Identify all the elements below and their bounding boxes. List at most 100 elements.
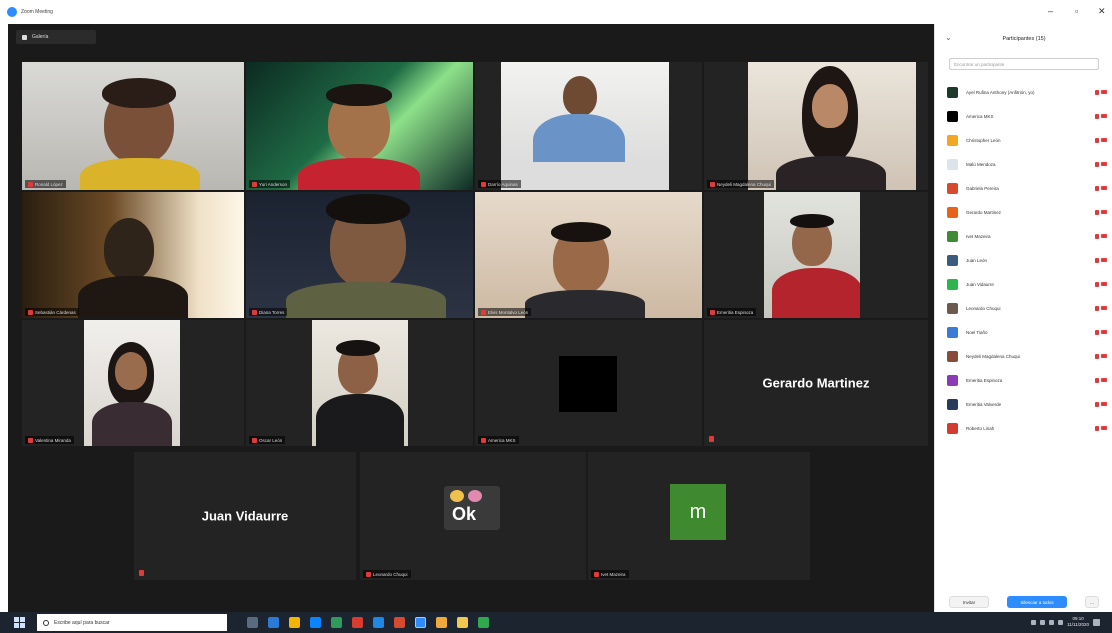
muted-mic-icon [481,437,486,443]
powerpoint-icon[interactable] [352,617,363,628]
participant-name-label: Elvis Montalvo León [478,308,532,316]
muted-mic-icon [709,436,714,442]
participant-list-item[interactable]: Leonardo Chuqui [947,296,1107,320]
video-tile[interactable]: America MKS [475,320,702,446]
participant-avatar [947,398,958,410]
participant-avatar [947,110,958,122]
video-tile[interactable]: Gerardo Martinez [704,320,928,446]
minimize-button[interactable]: – [1048,6,1053,16]
muted-mic-icon [481,309,486,315]
emoji-icon [450,490,464,502]
maximize-button[interactable]: ▫ [1075,6,1078,16]
participants-panel: ⌄ Participantes (15) Encontrar un partic… [934,24,1112,612]
participant-name: Neydeli Magdalena Chuqui [966,353,1021,359]
participant-list-item[interactable]: America MKS [947,104,1107,128]
video-tile-active-speaker[interactable]: Yuri Anderson [246,62,473,190]
taskbar-search-box[interactable]: Escribe aquí para buscar [37,614,227,631]
video-tile[interactable]: Diana Torres [246,192,473,318]
video-tile[interactable]: Valentina Miranda [22,320,244,446]
video-tile[interactable]: Sebastián Cárdenas [22,192,244,318]
participant-list-item[interactable]: Roberto Linah [947,416,1107,440]
whatsapp-icon[interactable] [478,617,489,628]
video-tile[interactable]: Juan Vidaurre [134,452,356,580]
participant-list-item[interactable]: Emeritia Valverde [947,392,1107,416]
camera-icon [1101,354,1107,358]
more-options-button[interactable]: ... [1085,596,1099,608]
participant-name-label: Sebastián Cárdenas [25,308,79,316]
muted-mic-icon [252,437,257,443]
video-tile[interactable]: Darrío Aquinas [475,62,702,190]
participant-name: Juan León [966,257,988,263]
task-view-icon[interactable] [247,617,258,628]
battery-icon[interactable] [1058,619,1064,625]
participant-list-item[interactable]: Noel Tiaño [947,320,1107,344]
clock-date: 11/11/2020 [1067,622,1089,627]
close-button[interactable]: ✕ [1098,6,1106,17]
participant-avatar [947,230,958,242]
participant-list-item[interactable]: Gerardo Martinez [947,200,1107,224]
participant-name: Ivet Mazeira [966,233,991,239]
windows-start-icon[interactable] [14,617,25,628]
volume-icon[interactable] [1049,619,1055,625]
mute-all-button[interactable]: Silenciar a todos [1007,596,1067,608]
system-clock[interactable]: 09:10 11/11/2020 [1067,616,1089,628]
camera-icon [1101,90,1107,94]
video-tile[interactable]: Neydeli Magdalena Chuqui [704,62,928,190]
zoom-logo-icon [7,7,17,17]
view-toggle-button[interactable]: Galería [16,30,96,44]
money-app-icon[interactable] [289,617,300,628]
participant-list-item[interactable]: Malú Mendoza [947,152,1107,176]
participant-name-label: Darrío Aquinas [478,180,521,188]
video-tile[interactable]: Ronald López [22,62,244,190]
notifications-icon[interactable] [1093,618,1100,626]
file-explorer-icon[interactable] [268,617,279,628]
participant-list-item[interactable]: Juan Vidaurre [947,272,1107,296]
participant-avatar [947,254,958,266]
participant-display-name: Gerardo Martinez [762,375,870,391]
participant-list-item[interactable]: Ivet Mazeira [947,224,1107,248]
camera-icon [1101,210,1107,214]
video-tile[interactable]: Ok Leonardo Chuqui [360,452,586,580]
participant-name-label: Neydeli Magdalena Chuqui [707,180,775,188]
participant-list-item[interactable]: Emeritia Espinoza [947,368,1107,392]
muted-mic-icon [1095,89,1099,95]
participant-list-item[interactable]: Gabriela Pereira [947,176,1107,200]
network-icon[interactable] [1040,619,1046,625]
participant-list-item[interactable]: Christopher León [947,128,1107,152]
participant-list-item[interactable]: Neydeli Magdalena Chuqui [947,344,1107,368]
participant-list-item[interactable]: Ayel Rufina Anthony (Anfitrión, yo) [947,80,1107,104]
ok-sticker-image: Ok [444,486,500,530]
muted-mic-icon [366,571,371,577]
video-tile[interactable]: Elvis Montalvo León [475,192,702,318]
acrobat-icon[interactable] [394,617,405,628]
ok-text: Ok [452,504,477,524]
search-icon [43,619,49,626]
edge-icon[interactable] [310,617,321,628]
participant-avatar [947,422,958,434]
participant-search-input[interactable]: Encontrar un participante [949,58,1099,70]
participant-avatar [947,326,958,338]
participant-name-label: Emeritia Espinoza [707,308,757,316]
participant-avatar [947,182,958,194]
video-tile[interactable]: Emeritia Espinoza [704,192,928,318]
video-tile[interactable]: Oscar León [246,320,473,446]
tray-up-arrow-icon[interactable] [1031,619,1037,625]
participant-avatar [947,206,958,218]
muted-mic-icon [1095,401,1099,407]
invite-button[interactable]: Invitar [949,596,989,608]
muted-mic-icon [28,437,33,443]
video-tile[interactable]: m Ivet Mazeira [588,452,810,580]
muted-mic-icon [1095,329,1099,335]
participant-list-item[interactable]: Juan León [947,248,1107,272]
excel-icon[interactable] [331,617,342,628]
participant-name: Emeritia Espinoza [966,377,1003,383]
muted-mic-icon [481,181,486,187]
zoom-taskbar-icon[interactable] [415,617,426,628]
chrome-app-icon[interactable] [436,617,447,628]
camera-icon [1101,378,1107,382]
chrome-icon[interactable] [373,617,384,628]
participant-initial-avatar: m [670,484,726,540]
muted-mic-icon [1095,161,1099,167]
folder-icon[interactable] [457,617,468,628]
camera-icon [1101,402,1107,406]
